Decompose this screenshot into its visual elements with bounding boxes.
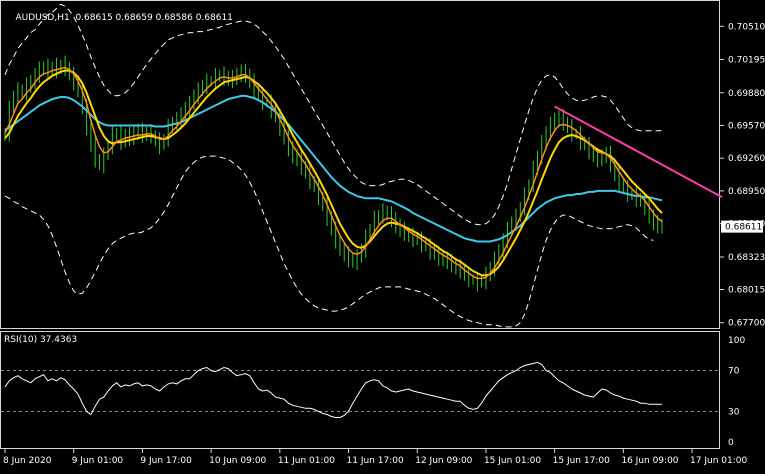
price-tick-label: 0.69880: [728, 89, 765, 99]
time-tick-label: 15 Jun 01:00: [484, 456, 541, 466]
price-tick-label: 0.69260: [728, 154, 765, 164]
time-tick-label: 16 Jun 09:00: [621, 456, 678, 466]
time-tick-label: 15 Jun 17:00: [553, 456, 610, 466]
main-chart-frame: [0, 0, 720, 329]
price-tick-label: 0.70195: [728, 56, 765, 66]
rsi-tick-label: 100: [728, 336, 745, 346]
time-tick-label: 8 Jun 2020: [3, 456, 52, 466]
current-price-label: 0.68611: [725, 223, 762, 233]
chart-canvas[interactable]: 0.70510 0.70195 0.69880 0.69570 0.69260 0.689…: [0, 0, 765, 470]
chart-ohlc: 0.68615 0.68659 0.68586 0.68611: [75, 13, 233, 23]
price-panel: [4, 3, 723, 328]
price-tick-label: 0.68015: [728, 285, 765, 295]
time-tick-label: 11 Jun 17:00: [347, 456, 404, 466]
trendline: [554, 105, 723, 199]
price-tick-label: 0.67700: [728, 319, 765, 329]
rsi-tick-label: 30: [728, 407, 740, 417]
chart-symbol: AUDUSD,H1: [15, 13, 70, 23]
rsi-tick-label: 70: [728, 367, 740, 377]
time-tick-label: 9 Jun 17:00: [140, 456, 192, 466]
time-tick-label: 9 Jun 01:00: [72, 456, 124, 466]
rsi-tick-label: 0: [728, 438, 734, 448]
rsi-title: RSI(10) 37.4363: [4, 335, 78, 345]
rsi-panel: [1, 361, 719, 418]
price-tick-label: 0.68950: [728, 187, 765, 197]
axes: 0.70510 0.70195 0.69880 0.69570 0.69260 0.689…: [3, 22, 765, 466]
lower-band-line: [4, 155, 654, 328]
chart-window: 0.70510 0.70195 0.69880 0.69570 0.69260 0.689…: [0, 0, 765, 470]
chart-header: AUDUSD,H1 0.68615 0.68659 0.68586 0.6861…: [4, 3, 233, 33]
time-tick-label: 11 Jun 01:00: [278, 456, 335, 466]
price-tick-label: 0.70510: [728, 22, 765, 32]
price-tick-label: 0.68323: [728, 253, 765, 263]
time-tick-label: 12 Jun 09:00: [415, 456, 472, 466]
time-tick-label: 17 Jun 01:00: [690, 456, 747, 466]
time-tick-label: 10 Jun 09:00: [209, 456, 266, 466]
price-tick-label: 0.69570: [728, 121, 765, 131]
